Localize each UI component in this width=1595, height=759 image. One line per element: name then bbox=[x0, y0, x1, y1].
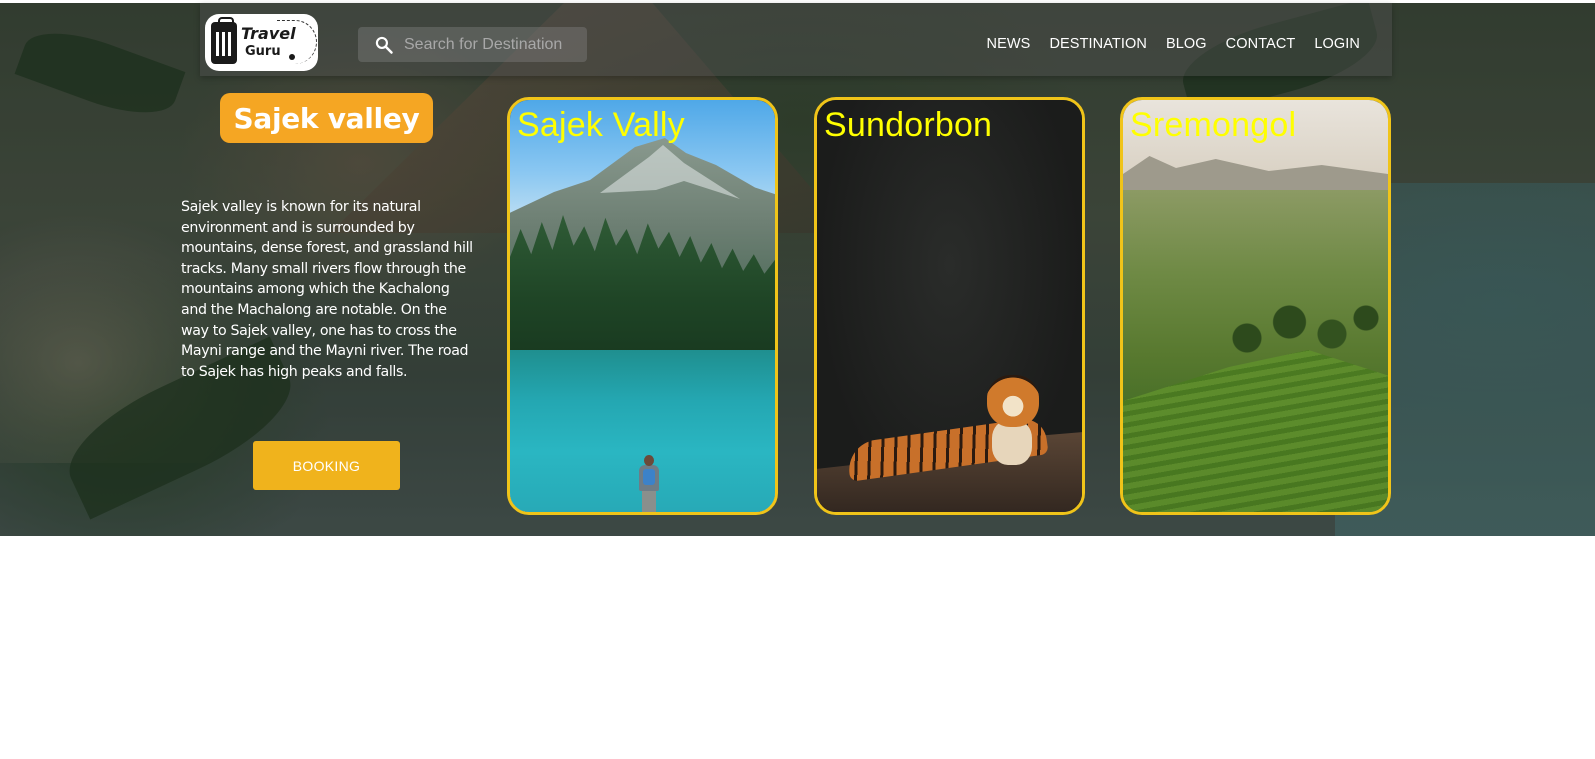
card-image-trees bbox=[1213, 290, 1383, 370]
search-input[interactable] bbox=[404, 32, 579, 57]
main-nav: NEWS DESTINATION BLOG CONTACT LOGIN bbox=[968, 35, 1360, 53]
nav-destination[interactable]: DESTINATION bbox=[1049, 35, 1147, 53]
nav-contact[interactable]: CONTACT bbox=[1226, 35, 1296, 53]
logo-dot bbox=[289, 54, 295, 60]
card-image-tiger bbox=[845, 375, 1077, 485]
nav-login[interactable]: LOGIN bbox=[1314, 35, 1360, 53]
destination-card-sajek[interactable]: Sajek Vally bbox=[507, 97, 778, 515]
card-image-hiker bbox=[636, 455, 662, 512]
search-icon[interactable] bbox=[374, 35, 394, 55]
nav-news[interactable]: NEWS bbox=[987, 35, 1031, 53]
card-label: Sajek Vally bbox=[517, 106, 685, 144]
logo-text-travel: Travel bbox=[241, 24, 296, 43]
booking-button[interactable]: BOOKING bbox=[253, 441, 400, 490]
search-box bbox=[358, 27, 587, 62]
suitcase-icon bbox=[211, 17, 237, 64]
destination-card-sremongol[interactable]: Sremongol bbox=[1120, 97, 1391, 515]
page-blank-area bbox=[0, 536, 1595, 759]
destination-description: Sajek valley is known for its natural en… bbox=[181, 199, 473, 380]
card-label: Sundorbon bbox=[824, 106, 993, 144]
nav-blog[interactable]: BLOG bbox=[1166, 35, 1207, 53]
brand-logo[interactable]: Travel Guru bbox=[205, 14, 318, 71]
destination-card-sundorbon[interactable]: Sundorbon bbox=[814, 97, 1085, 515]
logo-text-guru: Guru bbox=[245, 44, 281, 59]
destination-title: Sajek valley bbox=[220, 93, 433, 143]
card-label: Sremongol bbox=[1130, 106, 1297, 144]
